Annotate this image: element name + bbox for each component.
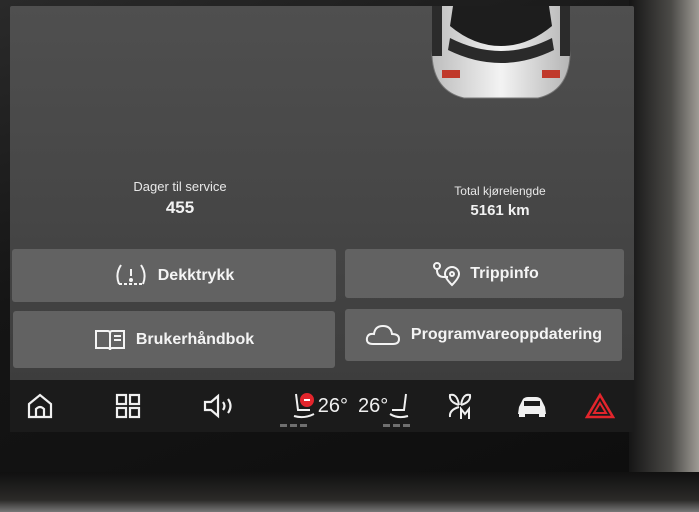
driver-temperature[interactable]: 26° (318, 395, 348, 418)
volume-button[interactable] (196, 380, 246, 432)
service-days-value: 455 (165, 198, 195, 217)
book-icon (94, 328, 126, 352)
route-pin-icon (430, 260, 461, 288)
volume-icon (203, 393, 232, 419)
apps-grid-icon (115, 393, 141, 419)
odometer-value: 5161 km (470, 202, 530, 219)
home-button[interactable] (20, 380, 60, 432)
software-update-label: Programvareoppdatering (410, 326, 603, 343)
car-status-button[interactable] (510, 380, 554, 432)
seat-heat-driver-icon[interactable] (290, 390, 318, 422)
fan-button[interactable] (440, 380, 480, 432)
software-update-button[interactable]: Programvareoppdatering (345, 309, 622, 361)
apps-button[interactable] (108, 380, 148, 432)
tire-pressure-warning-icon (114, 262, 148, 290)
car-top-view-image (431, 6, 571, 99)
hazard-icon (585, 392, 615, 419)
device-bottom-edge (0, 472, 699, 512)
fan-manual-icon (448, 393, 472, 419)
trip-info-label: Trippinfo (470, 264, 539, 282)
tire-pressure-label: Dekktrykk (157, 266, 235, 284)
service-days-stat: Dager til service 455 (110, 179, 250, 218)
service-days-label: Dager til service (133, 179, 227, 194)
owners-manual-label: Brukerhåndbok (135, 330, 255, 348)
trip-info-button[interactable]: Trippinfo (345, 249, 624, 298)
home-icon (27, 393, 53, 419)
passenger-temperature[interactable]: 26° (358, 395, 388, 418)
owners-manual-button[interactable]: Brukerhåndbok (13, 311, 335, 368)
hazard-button[interactable] (580, 380, 620, 432)
car-icon (518, 397, 546, 417)
cloud-icon (365, 323, 401, 347)
odometer-stat: Total kjørelengde 5161 km (435, 184, 565, 219)
odometer-label: Total kjørelengde (454, 184, 546, 198)
device-edge (629, 0, 699, 512)
driver-seat-level (280, 424, 307, 427)
car-status-screen: Dager til service 455 Total kjørelengde … (10, 6, 634, 380)
seat-heat-passenger-icon[interactable] (388, 390, 412, 422)
bottom-taskbar: 26° 26° (10, 380, 634, 432)
passenger-seat-level (383, 424, 410, 427)
tire-pressure-button[interactable]: Dekktrykk (12, 249, 336, 302)
